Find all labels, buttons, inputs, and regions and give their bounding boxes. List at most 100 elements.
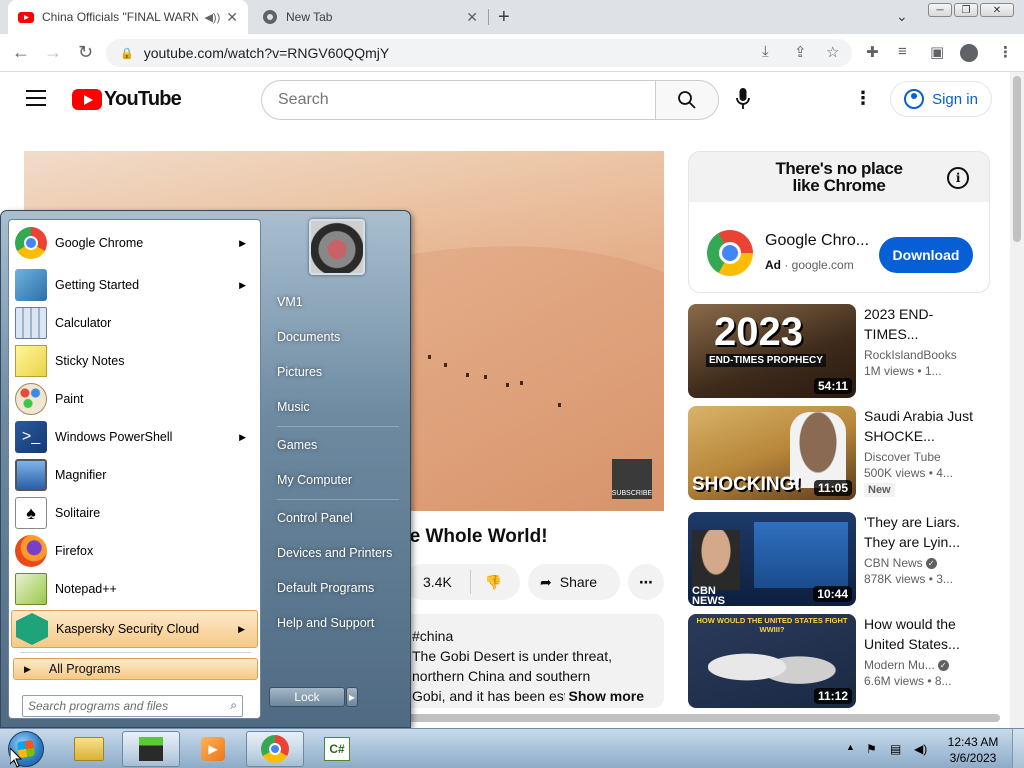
tab-search-chevron-icon[interactable]: ⌄ <box>896 8 908 25</box>
start-link-games[interactable]: Games <box>269 427 403 462</box>
related-video[interactable]: SHOCKING! 11:05 Saudi Arabia Just SHOCKE… <box>688 406 990 500</box>
youtube-logo[interactable]: YouTube <box>72 88 182 111</box>
video-thumbnail[interactable]: CBN NEWS 10:44 <box>688 512 856 606</box>
chrome-menu-icon[interactable]: ⋮ <box>998 43 1013 61</box>
reload-icon[interactable]: ↻ <box>78 42 93 63</box>
start-item-kaspersky-security-cloud[interactable]: Kaspersky Security Cloud ▶ <box>11 610 258 648</box>
settings-kebab-icon[interactable]: ⋮ <box>854 88 872 109</box>
related-title[interactable]: How would the United States... <box>864 614 974 654</box>
extensions-icon[interactable]: ✚ <box>866 43 879 61</box>
back-arrow-icon[interactable]: ← <box>12 42 30 63</box>
side-panel-icon[interactable]: ▣ <box>930 43 944 61</box>
tab-new-tab[interactable]: New Tab ✕ <box>252 0 488 34</box>
video-description[interactable]: #china The Gobi Desert is under threat, … <box>400 614 664 708</box>
related-video[interactable]: 2023 END-TIMES PROPHECY 54:11 2023 END-T… <box>688 304 990 398</box>
address-bar[interactable]: 🔒 youtube.com/watch?v=RNGV60QQmjY <box>106 39 852 67</box>
hashtag-link[interactable]: #china <box>412 626 652 646</box>
video-thumbnail[interactable]: 2023 END-TIMES PROPHECY 54:11 <box>688 304 856 398</box>
power-options-arrow-icon[interactable]: ▶ <box>346 687 358 707</box>
related-title[interactable]: Saudi Arabia Just SHOCKE... <box>864 406 974 446</box>
close-window-button[interactable]: ✕ <box>980 3 1014 17</box>
taskbar-media-player[interactable]: ▶ <box>184 731 242 767</box>
more-actions-button[interactable]: ⋯ <box>628 564 664 600</box>
start-link-devices-and-printers[interactable]: Devices and Printers <box>269 535 403 570</box>
channel-name[interactable]: RockIslandBooks <box>864 348 974 362</box>
network-icon[interactable]: ▤ <box>890 742 901 756</box>
related-video[interactable]: HOW WOULD THE UNITED STATES FIGHT WWIII?… <box>688 614 990 708</box>
start-item-google-chrome[interactable]: Google Chrome ▶ <box>11 224 258 262</box>
media-control-icon[interactable]: ≡ <box>898 43 907 60</box>
start-item-windows-powershell[interactable]: >_ Windows PowerShell ▶ <box>11 418 258 456</box>
start-item-notepadpp[interactable]: Notepad++ <box>11 570 258 608</box>
tab-audio-icon[interactable]: ◀)) <box>204 11 220 24</box>
restore-button[interactable]: ❐ <box>954 3 978 17</box>
start-link-music[interactable]: Music <box>269 389 403 424</box>
download-button[interactable]: Download <box>879 237 973 273</box>
sign-in-button[interactable]: Sign in <box>890 81 992 117</box>
dislike-icon[interactable]: 👎 <box>485 574 502 591</box>
volume-icon[interactable]: ◀) <box>914 742 927 756</box>
taskbar-csharp-app[interactable]: C# <box>308 731 366 767</box>
start-link-vm1[interactable]: VM1 <box>269 284 403 319</box>
subscribe-watermark[interactable]: SUBSCRIBE <box>612 459 652 499</box>
bookmark-star-icon[interactable]: ☆ <box>826 43 839 61</box>
submenu-arrow-icon: ▶ <box>239 237 246 248</box>
start-link-help-and-support[interactable]: Help and Support <box>269 605 403 640</box>
lock-icon[interactable]: 🔒 <box>120 47 134 60</box>
share-page-icon[interactable]: ⇪ <box>794 43 807 61</box>
all-programs-button[interactable]: ▶ All Programs <box>13 658 258 680</box>
start-link-control-panel[interactable]: Control Panel <box>269 500 403 535</box>
channel-name[interactable]: CBN News ✓ <box>864 556 974 570</box>
tab-youtube-video[interactable]: China Officials "FINAL WARNING" ◀)) ✕ <box>8 0 248 34</box>
start-item-paint[interactable]: Paint <box>11 380 258 418</box>
forward-arrow-icon[interactable]: → <box>44 42 62 63</box>
lock-button[interactable]: Lock <box>269 687 345 707</box>
user-picture[interactable] <box>309 219 365 275</box>
taskbar-chrome[interactable] <box>246 731 304 767</box>
show-more-link[interactable]: Show more <box>564 686 644 706</box>
start-item-sticky-notes[interactable]: Sticky Notes <box>11 342 258 380</box>
search-button[interactable] <box>655 80 719 120</box>
start-link-pictures[interactable]: Pictures <box>269 354 403 389</box>
start-link-my-computer[interactable]: My Computer <box>269 462 403 497</box>
start-link-documents[interactable]: Documents <box>269 319 403 354</box>
scrollbar-thumb[interactable] <box>1013 76 1021 242</box>
taskbar-explorer[interactable] <box>60 731 118 767</box>
taskbar-minecraft[interactable] <box>122 731 180 767</box>
system-clock[interactable]: 12:43 AM 3/6/2023 <box>938 734 1008 766</box>
page-vertical-scrollbar[interactable] <box>1010 72 1024 728</box>
voice-search-mic-icon[interactable] <box>736 88 750 115</box>
new-tab-button[interactable]: + <box>498 6 510 29</box>
related-title[interactable]: 'They are Liars. They are Lyin... <box>864 512 974 552</box>
related-video[interactable]: CBN NEWS 10:44 'They are Liars. They are… <box>688 512 990 606</box>
show-hidden-icons-icon[interactable]: ▲ <box>846 742 855 752</box>
start-item-getting-started[interactable]: Getting Started ▶ <box>11 266 258 304</box>
profile-icon[interactable] <box>960 44 978 62</box>
ad-info-icon[interactable]: i <box>947 167 969 189</box>
start-item-solitaire[interactable]: ♠ Solitaire <box>11 494 258 532</box>
start-item-firefox[interactable]: Firefox <box>11 532 258 570</box>
video-thumbnail[interactable]: HOW WOULD THE UNITED STATES FIGHT WWIII?… <box>688 614 856 708</box>
start-item-magnifier[interactable]: Magnifier <box>11 456 258 494</box>
action-center-flag-icon[interactable]: ⚑ <box>866 742 877 756</box>
video-thumbnail[interactable]: SHOCKING! 11:05 <box>688 406 856 500</box>
share-button[interactable]: ➦ Share <box>528 564 620 600</box>
ad-title[interactable]: Google Chro... <box>765 232 869 250</box>
channel-name[interactable]: Modern Mu... ✓ <box>864 658 974 672</box>
chrome-ad-card[interactable]: There's no place like Chrome i Google Ch… <box>688 151 990 293</box>
like-button[interactable]: 3.4K 👎 <box>404 564 520 600</box>
tab-close-icon[interactable]: ✕ <box>226 9 238 26</box>
tab-close-icon[interactable]: ✕ <box>466 9 478 26</box>
minimize-button[interactable]: ─ <box>928 3 952 17</box>
related-title[interactable]: 2023 END-TIMES... <box>864 304 974 344</box>
start-search-input[interactable]: Search programs and files ⌕ <box>22 695 243 717</box>
search-input[interactable]: Search <box>261 80 657 120</box>
install-app-icon[interactable]: ⤓ <box>762 43 769 60</box>
show-desktop-button[interactable] <box>1012 729 1024 768</box>
ad-banner[interactable]: There's no place like Chrome i <box>689 152 989 202</box>
start-item-calculator[interactable]: Calculator <box>11 304 258 342</box>
channel-name[interactable]: Discover Tube <box>864 450 974 464</box>
guide-menu-icon[interactable] <box>26 90 46 106</box>
start-link-default-programs[interactable]: Default Programs <box>269 570 403 605</box>
minecraft-icon <box>139 737 163 761</box>
